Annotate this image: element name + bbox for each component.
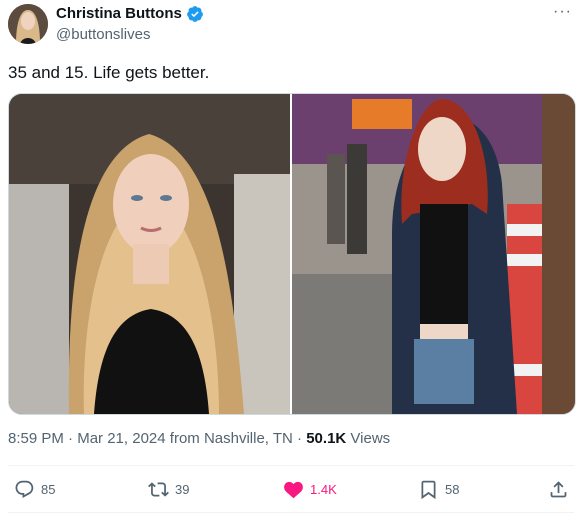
- action-bar: 85 39 1.4K 58: [8, 477, 578, 501]
- meta-separator: ·: [297, 430, 303, 447]
- bookmark-icon: [421, 480, 436, 499]
- bookmark-button[interactable]: 58: [418, 477, 459, 501]
- repost-count: 39: [175, 481, 190, 497]
- meta-separator: ·: [68, 430, 74, 447]
- share-button[interactable]: [548, 477, 569, 501]
- divider: [8, 465, 574, 466]
- tweet-location: Nashville, TN: [203, 430, 293, 447]
- tweet-time[interactable]: 8:59 PM: [8, 430, 64, 447]
- location-prefix: from: [169, 430, 200, 447]
- views-count: 50.1K: [306, 430, 347, 447]
- views-label: Views: [350, 430, 391, 447]
- reply-count: 85: [41, 481, 56, 497]
- avatar-image: [8, 4, 48, 44]
- repost-icon: [148, 481, 169, 497]
- tweet-meta: 8:59 PM · Mar 21, 2024 from Nashville, T…: [8, 429, 390, 449]
- tweet-date[interactable]: Mar 21, 2024: [77, 430, 165, 447]
- reply-icon: [15, 480, 34, 498]
- author-handle[interactable]: @buttonslives: [56, 26, 150, 44]
- share-icon: [550, 480, 567, 497]
- photo-blonde-woman: [9, 94, 290, 414]
- reply-button[interactable]: 85: [14, 477, 55, 501]
- author-name-text[interactable]: Christina Buttons: [56, 5, 182, 23]
- tweet-media[interactable]: [8, 93, 576, 415]
- verified-badge-icon: [186, 6, 203, 22]
- avatar[interactable]: [8, 4, 48, 44]
- photo-redhead-teen: [292, 94, 575, 414]
- more-icon[interactable]: ···: [553, 4, 572, 20]
- bookmark-count: 58: [445, 481, 460, 497]
- divider: [8, 512, 574, 513]
- like-count: 1.4K: [310, 481, 337, 497]
- tweet-text: 35 and 15. Life gets better.: [8, 63, 210, 82]
- like-button[interactable]: 1.4K: [283, 477, 337, 501]
- media-photo-2[interactable]: [292, 94, 575, 414]
- like-icon: [284, 481, 303, 498]
- repost-button[interactable]: 39: [148, 477, 189, 501]
- media-photo-1[interactable]: [9, 94, 290, 414]
- author-name[interactable]: Christina Buttons: [56, 5, 204, 23]
